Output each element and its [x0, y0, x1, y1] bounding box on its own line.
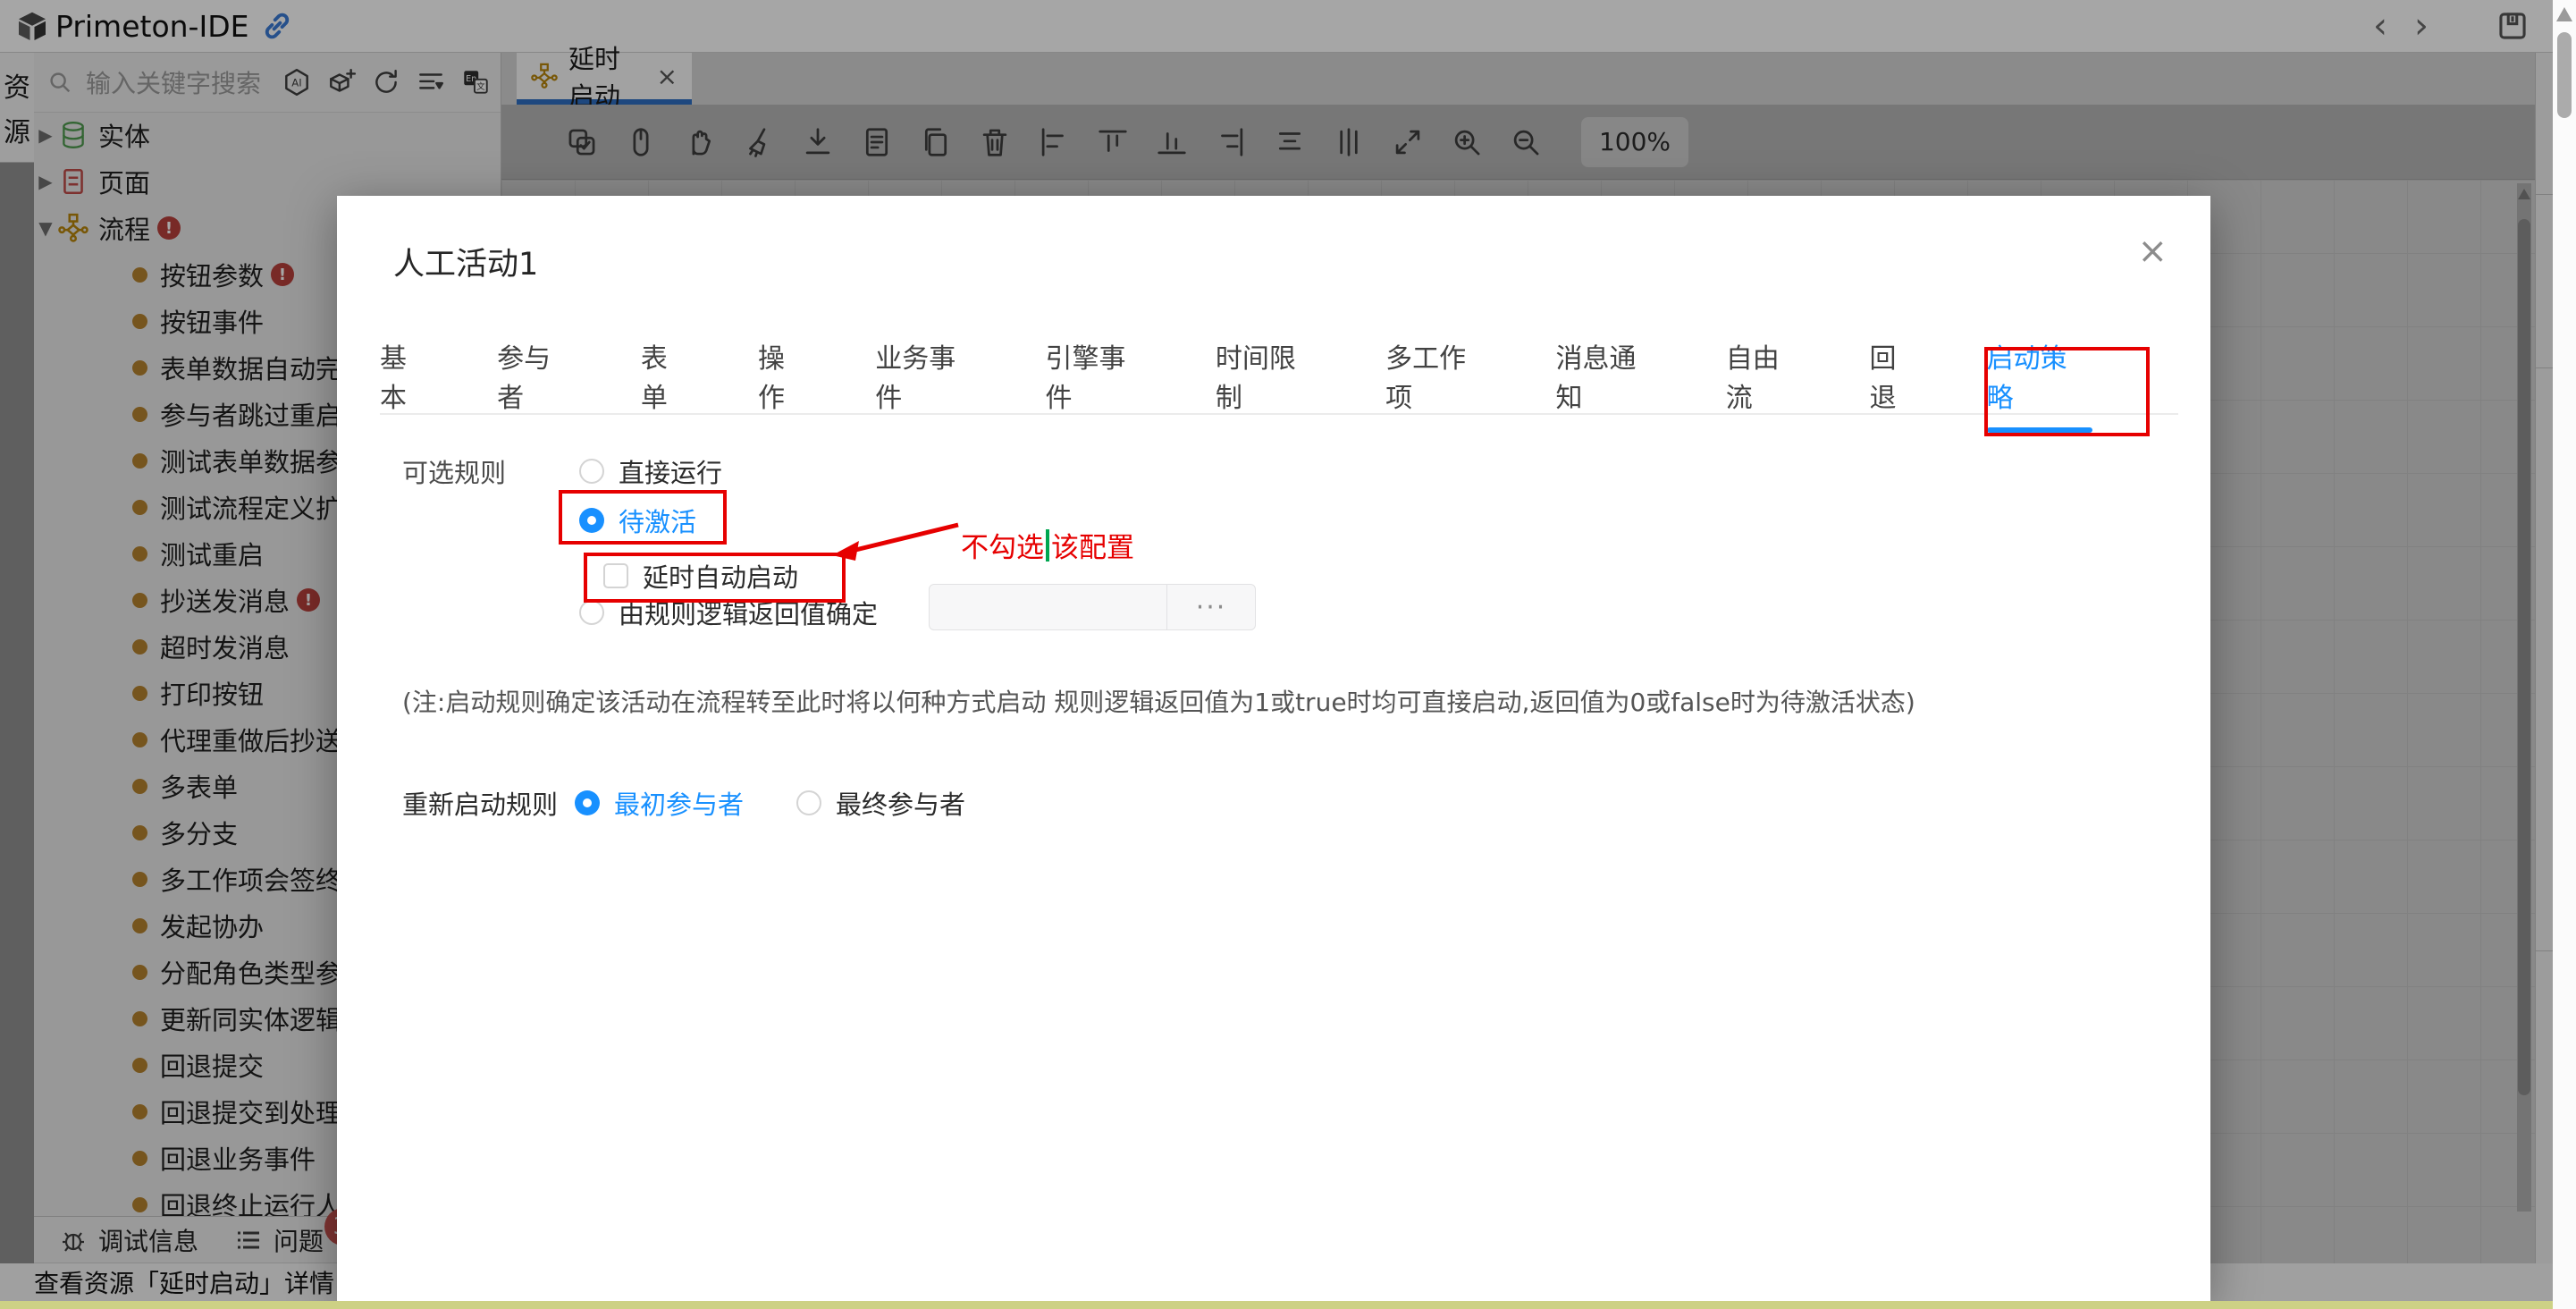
dialog-tab-业务事件[interactable]: 业务事件	[875, 336, 981, 431]
radio-last-participant[interactable]	[796, 790, 821, 815]
radio-rule-logic[interactable]	[579, 600, 604, 625]
rule-logic-more-button[interactable]: ···	[1166, 585, 1255, 629]
annotation-arrow	[820, 509, 981, 571]
radio-first-participant[interactable]	[575, 790, 600, 815]
rule-logic-input[interactable]	[930, 585, 1166, 629]
radio-direct-run[interactable]	[579, 459, 604, 484]
dialog-tab-操作[interactable]: 操作	[758, 336, 811, 431]
restart-rule-label: 重新启动规则	[402, 784, 558, 822]
option-last-participant[interactable]: 最终参与者	[796, 784, 965, 822]
dialog-title: 人工活动1	[393, 239, 538, 284]
dialog-tab-多工作项[interactable]: 多工作项	[1385, 336, 1491, 431]
radio-wait-activate[interactable]	[579, 508, 604, 533]
option-delay-autostart[interactable]: 延时自动启动	[603, 557, 798, 595]
primeton-ide-window: Primeton-IDE ‹ › 资 源 输入关键字搜索 AIEn文 ▶实体▶页…	[0, 0, 2576, 1309]
dialog-tab-自由流[interactable]: 自由流	[1726, 336, 1806, 431]
dialog-tab-启动策略[interactable]: 启动策略	[1987, 336, 2092, 431]
text-caret	[1046, 529, 1049, 562]
option-rule-logic[interactable]: 由规则逻辑返回值确定	[579, 594, 878, 631]
activity-dialog: 人工活动1 × 基本参与者表单操作业务事件引擎事件时间限制多工作项消息通知自由流…	[337, 196, 2210, 1301]
annotation-text: 不勾选该配置	[961, 525, 1134, 565]
dialog-tabs: 基本参与者表单操作业务事件引擎事件时间限制多工作项消息通知自由流回退启动策略	[380, 355, 2157, 412]
dialog-tab-时间限制[interactable]: 时间限制	[1216, 336, 1321, 431]
dialog-tab-引擎事件[interactable]: 引擎事件	[1046, 336, 1151, 431]
option-direct-run[interactable]: 直接运行	[579, 452, 722, 490]
dialog-close-icon[interactable]: ×	[2137, 233, 2168, 269]
rule-logic-input-group: ···	[929, 584, 1256, 630]
dialog-tab-表单[interactable]: 表单	[641, 336, 694, 431]
window-bottom-strip	[0, 1301, 2576, 1309]
rule-note: (注:启动规则确定该活动在流程转至此时将以何种方式启动 规则逻辑返回值为1或tr…	[402, 683, 2011, 719]
option-first-participant[interactable]: 最初参与者	[575, 784, 744, 822]
dialog-tab-消息通知[interactable]: 消息通知	[1555, 336, 1661, 431]
scrollbar-thumb[interactable]	[2557, 32, 2572, 118]
window-scrollbar[interactable]	[2553, 0, 2576, 1309]
checkbox-delay-autostart[interactable]	[603, 563, 628, 588]
dialog-tab-回退[interactable]: 回退	[1870, 336, 1923, 431]
dialog-tab-参与者[interactable]: 参与者	[497, 336, 577, 431]
option-wait-activate[interactable]: 待激活	[579, 502, 696, 539]
rule-label: 可选规则	[402, 452, 506, 490]
scroll-up-icon[interactable]	[2556, 7, 2572, 21]
dialog-tab-基本[interactable]: 基本	[380, 336, 433, 431]
